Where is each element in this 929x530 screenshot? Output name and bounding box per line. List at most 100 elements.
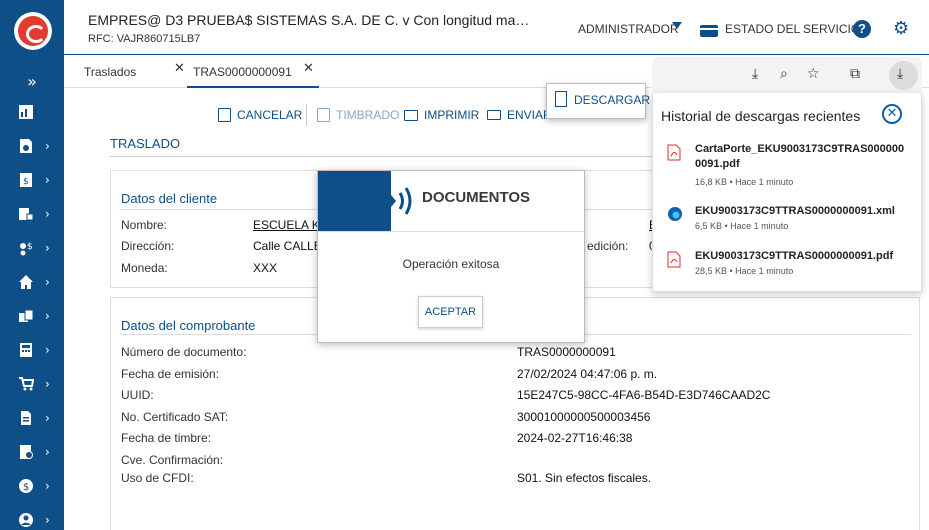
chevron-right-icon: ›: [45, 513, 50, 527]
company-name: EMPRES@ D3 PRUEBA$ SISTEMAS S.A. DE C. v…: [88, 12, 533, 28]
sidebar-item-billing[interactable]: $ ›: [0, 165, 64, 195]
help-icon[interactable]: ?: [853, 20, 871, 38]
chevron-right-icon: ›: [45, 139, 50, 153]
downloads-toolbar-button[interactable]: [889, 61, 918, 90]
download-meta: 28,5 KB • Hace 1 minuto: [695, 266, 794, 276]
chevron-right-icon: ›: [45, 241, 50, 255]
chevron-right-icon: ›: [45, 207, 50, 221]
expand-sidebar-icon[interactable]: »: [0, 72, 64, 91]
sidebar-item-transfer[interactable]: ›: [0, 301, 64, 331]
cancel-button[interactable]: CANCELAR: [218, 108, 302, 122]
sidebar-item-cart[interactable]: ›: [0, 369, 64, 399]
download-item[interactable]: EKU9003173C9TTRAS0000000091.xml 6,5 KB •…: [653, 204, 923, 236]
name-value[interactable]: ESCUELA K: [253, 218, 320, 232]
chevron-right-icon: ›: [45, 479, 50, 493]
address-label: Dirección:: [121, 239, 175, 253]
payroll-icon: [19, 208, 34, 221]
issue-date-label: Fecha de emisión:: [121, 367, 220, 381]
caret-down-icon[interactable]: [672, 22, 682, 29]
download-item[interactable]: EKU9003173C9TTRAS0000000091.pdf 28,5 KB …: [653, 249, 923, 281]
signal-icon: [391, 187, 412, 215]
calculator-icon: [20, 343, 32, 357]
tab-traslados[interactable]: Traslados ✕: [64, 56, 186, 88]
documents-dialog: DOCUMENTOS Operación exitosa ACEPTAR: [317, 170, 585, 343]
download-filename: EKU9003173C9TTRAS0000000091.xml: [695, 205, 895, 217]
sidebar-item-reports[interactable]: ›: [0, 437, 64, 467]
tab-document[interactable]: TRAS0000000091 ✕: [187, 56, 319, 88]
page-title: TRASLADO: [110, 136, 181, 151]
chevron-right-icon: ›: [45, 309, 50, 323]
chevron-right-icon: ›: [45, 275, 50, 289]
expedition-label: edición:: [587, 239, 629, 253]
chevron-right-icon: ›: [45, 445, 50, 459]
download-filename: CartaPorte_EKU9003173C9TRAS0000000091.pd…: [695, 143, 905, 170]
sidebar-item-user[interactable]: ›: [0, 505, 64, 530]
toolbar-divider: [306, 104, 307, 126]
download-filename: EKU9003173C9TTRAS0000000091.pdf: [695, 250, 894, 262]
sidebar-item-payroll[interactable]: ›: [0, 199, 64, 229]
download-meta: 16,8 KB • Hace 1 minuto: [695, 177, 794, 187]
currency-value: XXX: [253, 261, 278, 275]
close-icon[interactable]: ✕: [303, 62, 314, 76]
address-value: Calle CALLE: [253, 239, 322, 253]
document-icon: [21, 411, 31, 425]
sidebar-item-document[interactable]: ›: [0, 403, 64, 433]
file-download-icon: [555, 91, 567, 107]
edge-file-icon: [668, 207, 682, 221]
divider: [318, 231, 584, 232]
print-button[interactable]: IMPRIMIR: [404, 108, 479, 122]
download-item[interactable]: CartaPorte_EKU9003173C9TRAS0000000091.pd…: [653, 141, 923, 189]
accept-button[interactable]: ACEPTAR: [418, 296, 483, 328]
sidebar-item-dashboard[interactable]: [0, 97, 64, 127]
company-rfc: RFC: VAJR860715LB7: [88, 33, 201, 45]
chevron-right-icon: ›: [45, 411, 50, 425]
dialog-header-band: [318, 171, 391, 231]
stamp-date-value: 2024-02-27T16:46:38: [517, 431, 633, 445]
billing-icon: $: [20, 173, 32, 187]
sidebar-item-calculator[interactable]: ›: [0, 335, 64, 365]
close-icon[interactable]: ✕: [882, 104, 902, 124]
confirmation-label: Cve. Confirmación:: [121, 453, 224, 467]
stamp-doc-icon: [317, 108, 330, 122]
tab-label: TRAS0000000091: [193, 65, 292, 79]
sidebar-item-invoice[interactable]: ›: [0, 131, 64, 161]
zoom-icon[interactable]: ⌕: [780, 66, 788, 82]
cfdi-use-label: Uso de CFDI:: [121, 471, 194, 485]
print-label: IMPRIMIR: [424, 108, 480, 122]
top-header: EMPRES@ D3 PRUEBA$ SISTEMAS S.A. DE C. v…: [64, 0, 929, 55]
name-label: Nombre:: [121, 218, 168, 232]
mail-icon: [487, 110, 501, 120]
uuid-label: UUID:: [121, 388, 154, 402]
cancel-label: CANCELAR: [237, 108, 303, 122]
doc-number-label: Número de documento:: [121, 345, 247, 359]
cfdi-use-value: S01. Sin efectos fiscales.: [517, 471, 652, 485]
user-menu[interactable]: ADMINISTRADOR: [578, 22, 679, 36]
dialog-title: DOCUMENTOS: [422, 189, 531, 206]
gear-icon[interactable]: ⚙: [893, 20, 911, 38]
sidebar-item-payments[interactable]: $ ›: [0, 233, 64, 263]
svg-text:$: $: [23, 177, 29, 187]
doc-number-value: TRAS0000000091: [517, 345, 616, 359]
chevron-right-icon: ›: [45, 343, 50, 357]
sidebar-item-currency[interactable]: $ ›: [0, 471, 64, 501]
star-icon[interactable]: ☆: [807, 66, 820, 82]
app-logo[interactable]: [14, 12, 52, 50]
service-status-link[interactable]: ESTADO DEL SERVICIO: [725, 22, 860, 36]
issue-date-value: 27/02/2024 04:47:06 p. m.: [517, 367, 658, 381]
payments-icon: $: [20, 242, 33, 256]
client-card-title: Datos del cliente: [121, 191, 218, 206]
download-icon[interactable]: ⤓: [897, 66, 903, 82]
download-arrow-icon[interactable]: ⤓: [752, 66, 758, 82]
sidebar-item-home[interactable]: ›: [0, 267, 64, 297]
extensions-icon[interactable]: ⧉: [850, 66, 860, 82]
download-button[interactable]: DESCARGAR: [546, 83, 650, 119]
svg-text:$: $: [23, 482, 29, 493]
send-button[interactable]: ENVIAR: [487, 108, 552, 122]
chevron-right-icon: ›: [45, 377, 50, 391]
close-icon[interactable]: ✕: [174, 62, 185, 76]
cancel-doc-icon: [218, 108, 231, 122]
invoice-icon: [20, 139, 32, 153]
stamp-button[interactable]: TIMBRADO: [317, 108, 399, 122]
currency-label: Moneda:: [121, 261, 168, 275]
transfer-icon: [19, 309, 34, 322]
